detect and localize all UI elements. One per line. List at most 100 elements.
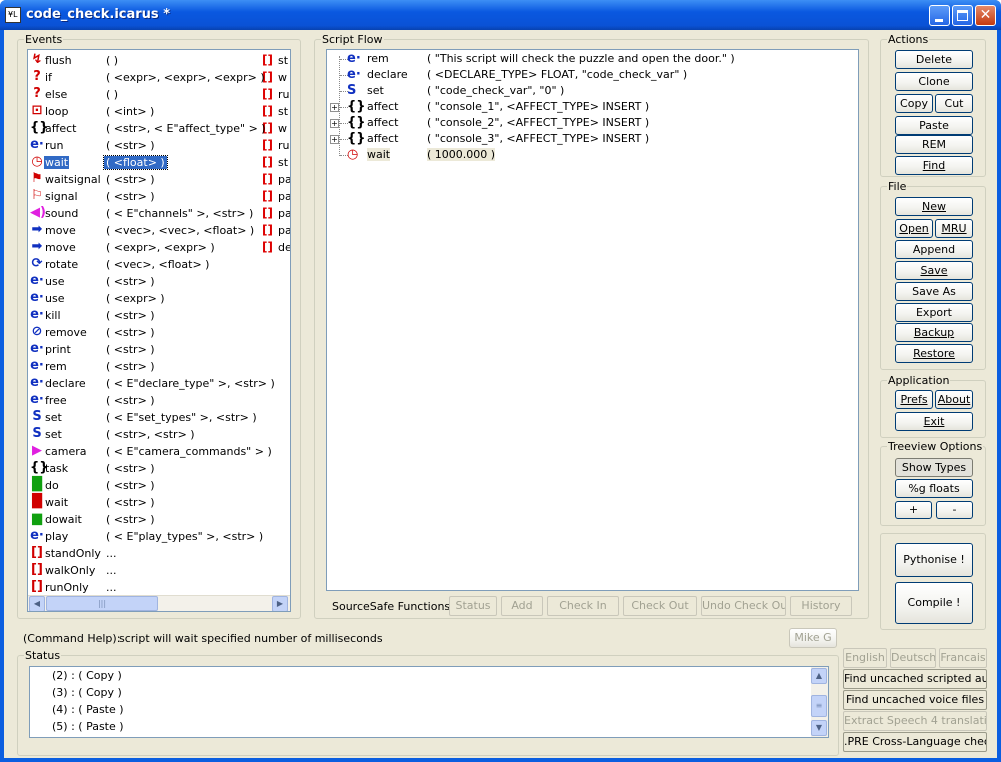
event-item-walkOnly[interactable]: [] walkOnly... [28, 562, 288, 579]
event-item-set[interactable]: Sset ( < E"set_types" >, <str> ) [28, 409, 288, 426]
extract-speech-button[interactable]: Extract Speech 4 translation [843, 711, 987, 731]
sourcesafe-check-out-button[interactable]: Check Out [623, 596, 697, 616]
find-uncached-voice-button[interactable]: Find uncached voice files [843, 690, 987, 710]
find-button[interactable]: Find [895, 156, 973, 175]
user-button[interactable]: Mike G [789, 628, 837, 648]
event-item-dowait[interactable]: ▆ dowait ( <str> ) [28, 511, 288, 528]
francais-button[interactable]: Francais [939, 648, 987, 668]
event-item-camera[interactable]: ▶ camera ( < E"camera_commands" > ) [28, 443, 288, 460]
flow-item-args: ( 1000.000 ) [427, 148, 496, 161]
clone-button[interactable]: Clone [895, 72, 973, 91]
open-button[interactable]: Open [895, 219, 933, 238]
events-horizontal-scrollbar[interactable]: ◀ ||| ▶ [28, 595, 290, 611]
flow-item-set[interactable]: Sset ( "code_check_var", "0" ) [327, 83, 827, 99]
save-button[interactable]: Save [895, 261, 973, 280]
status-vertical-scrollbar[interactable]: ▲ ≡ ▼ [811, 667, 828, 737]
event-item-sound[interactable]: ◀) sound ( < E"channels" >, <str> ) [28, 205, 288, 222]
cut-button[interactable]: Cut [935, 94, 973, 113]
flow-item-wait[interactable]: ◷ wait ( 1000.000 ) [327, 147, 827, 163]
event-item-declare[interactable]: e· declare ( < E"declare_type" >, <str> ) [28, 375, 288, 392]
event-item-move[interactable]: ➡ move ( <vec>, <vec>, <float> ) [28, 222, 288, 239]
expand-icon[interactable]: + [330, 119, 339, 128]
scroll-thumb[interactable]: ||| [46, 596, 158, 611]
event-item-free[interactable]: e· free ( <str> ) [28, 392, 288, 409]
event-item-play[interactable]: e· play ( < E"play_types" >, <str> ) [28, 528, 288, 545]
backup-button[interactable]: Backup [895, 323, 973, 342]
event-item-signal[interactable]: ⚐ signal ( <str> ) [28, 188, 288, 205]
flow-item-declare[interactable]: e· declare ( <DECLARE_TYPE> FLOAT, "code_c… [327, 67, 827, 83]
title-bar[interactable]: ¥L code_check.icarus * ✕ [0, 0, 1001, 30]
event-item-flush[interactable]: ↯ flush ( ) [28, 52, 288, 69]
script-flow-tree[interactable]: e· rem ( "This script will check the puzzl… [326, 49, 859, 591]
prefs-button[interactable]: Prefs [895, 390, 933, 409]
event-item-rem[interactable]: e· rem ( <str> ) [28, 358, 288, 375]
event-item-do[interactable]: █ do ( <str> ) [28, 477, 288, 494]
compile-button[interactable]: Compile ! [895, 582, 973, 624]
event-item-if[interactable]: ? if ( <expr>, <expr>, <expr> ) [28, 69, 288, 86]
new-button[interactable]: New [895, 197, 973, 216]
event-item-use[interactable]: e· use ( <expr> ) [28, 290, 288, 307]
flow-item-affect[interactable]: + {} affect ( "console_3", <AFFECT_TYPE> IN… [327, 131, 827, 147]
mru-button[interactable]: MRU [935, 219, 973, 238]
sourcesafe-history-button[interactable]: History [790, 596, 852, 616]
save-as-button[interactable]: Save As [895, 282, 973, 301]
sourcesafe-check-in-button[interactable]: Check In [547, 596, 619, 616]
event-item-wait[interactable]: ◷ wait ( <float> ) [28, 154, 288, 171]
pre-cross-language-check-button[interactable]: .PRE Cross-Language check [843, 732, 987, 752]
events-list[interactable]: [] de[] pa[] pa[] pa[] pa[] st[] ru[] w[] st[] ru[… [27, 49, 291, 612]
event-item-loop[interactable]: ⊡ loop ( <int> ) [28, 103, 288, 120]
status-log[interactable]: (5) : ( Paste ) (4) : ( Paste ) (3) : ( Co… [29, 666, 829, 738]
exit-button-label: Exit [923, 415, 945, 428]
close-button[interactable]: ✕ [975, 5, 996, 26]
event-item-set[interactable]: Sset ( <str>, <str> ) [28, 426, 288, 443]
event-item-move[interactable]: ➡ move ( <expr>, <expr> ) [28, 239, 288, 256]
event-item-task[interactable]: {} task ( <str> ) [28, 460, 288, 477]
show-types-toggle[interactable]: Show Types [895, 458, 973, 477]
app-icon[interactable]: ¥L [5, 7, 21, 23]
event-item-print[interactable]: e· print ( <str> ) [28, 341, 288, 358]
event-item-run[interactable]: e· run ( <str> ) [28, 137, 288, 154]
event-item-standOnly[interactable]: [] standOnly... [28, 545, 288, 562]
sourcesafe-status-button[interactable]: Status [449, 596, 497, 616]
event-item-affect[interactable]: {} affect ( <str>, < E"affect_type" > ) [28, 120, 288, 137]
g-floats-button[interactable]: %g floats [895, 479, 973, 498]
rem-button[interactable]: REM [895, 135, 973, 154]
expand-icon[interactable]: + [330, 103, 339, 112]
event-item-rotate[interactable]: ⟳ rotate ( <vec>, <float> ) [28, 256, 288, 273]
restore-button[interactable]: Restore [895, 344, 973, 363]
event-item-kill[interactable]: e· kill ( <str> ) [28, 307, 288, 324]
pythonise-button[interactable]: Pythonise ! [895, 543, 973, 577]
sourcesafe-add-button[interactable]: Add [501, 596, 543, 616]
scroll-down-button[interactable]: ▼ [811, 720, 827, 736]
copy-button[interactable]: Copy [895, 94, 933, 113]
minimize-button[interactable] [929, 5, 950, 26]
event-item-use[interactable]: e· use ( <str> ) [28, 273, 288, 290]
event-item-else[interactable]: ? else ( ) [28, 86, 288, 103]
flow-item-affect[interactable]: + {} affect ( "console_1", <AFFECT_TYPE> IN… [327, 99, 827, 115]
sourcesafe-undo-check-out-button[interactable]: Undo Check Out [701, 596, 786, 616]
about-button[interactable]: About [935, 390, 973, 409]
expand-all-button[interactable]: + [895, 501, 932, 519]
event-item-remove[interactable]: ⊘ remove ( <str> ) [28, 324, 288, 341]
scroll-left-button[interactable]: ◀ [29, 596, 45, 611]
event-item-runOnly[interactable]: [] runOnly... [28, 579, 288, 596]
flow-item-affect[interactable]: + {} affect ( "console_2", <AFFECT_TYPE> IN… [327, 115, 827, 131]
event-item-waitsignal[interactable]: ⚑ waitsignal ( <str> ) [28, 171, 288, 188]
flow-item-rem[interactable]: e· rem ( "This script will check the puzzl… [327, 51, 827, 67]
deutsch-button[interactable]: Deutsch [890, 648, 936, 668]
maximize-button[interactable] [952, 5, 973, 26]
append-button[interactable]: Append [895, 240, 973, 259]
expand-icon[interactable]: + [330, 135, 339, 144]
scroll-right-button[interactable]: ▶ [272, 596, 288, 611]
paste-button[interactable]: Paste [895, 116, 973, 135]
collapse-all-button[interactable]: - [936, 501, 973, 519]
english-button[interactable]: English [843, 648, 887, 668]
delete-button[interactable]: Delete [895, 50, 973, 69]
event-args: ( <str> ) [106, 462, 155, 475]
find-uncached-audio-button[interactable]: Find uncached scripted audio [843, 669, 987, 689]
event-item-wait[interactable]: █ wait ( <str> ) [28, 494, 288, 511]
exit-button[interactable]: Exit [895, 412, 973, 431]
status-scroll-thumb[interactable]: ≡ [811, 695, 827, 717]
export-button[interactable]: Export [895, 303, 973, 322]
scroll-up-button[interactable]: ▲ [811, 668, 827, 684]
